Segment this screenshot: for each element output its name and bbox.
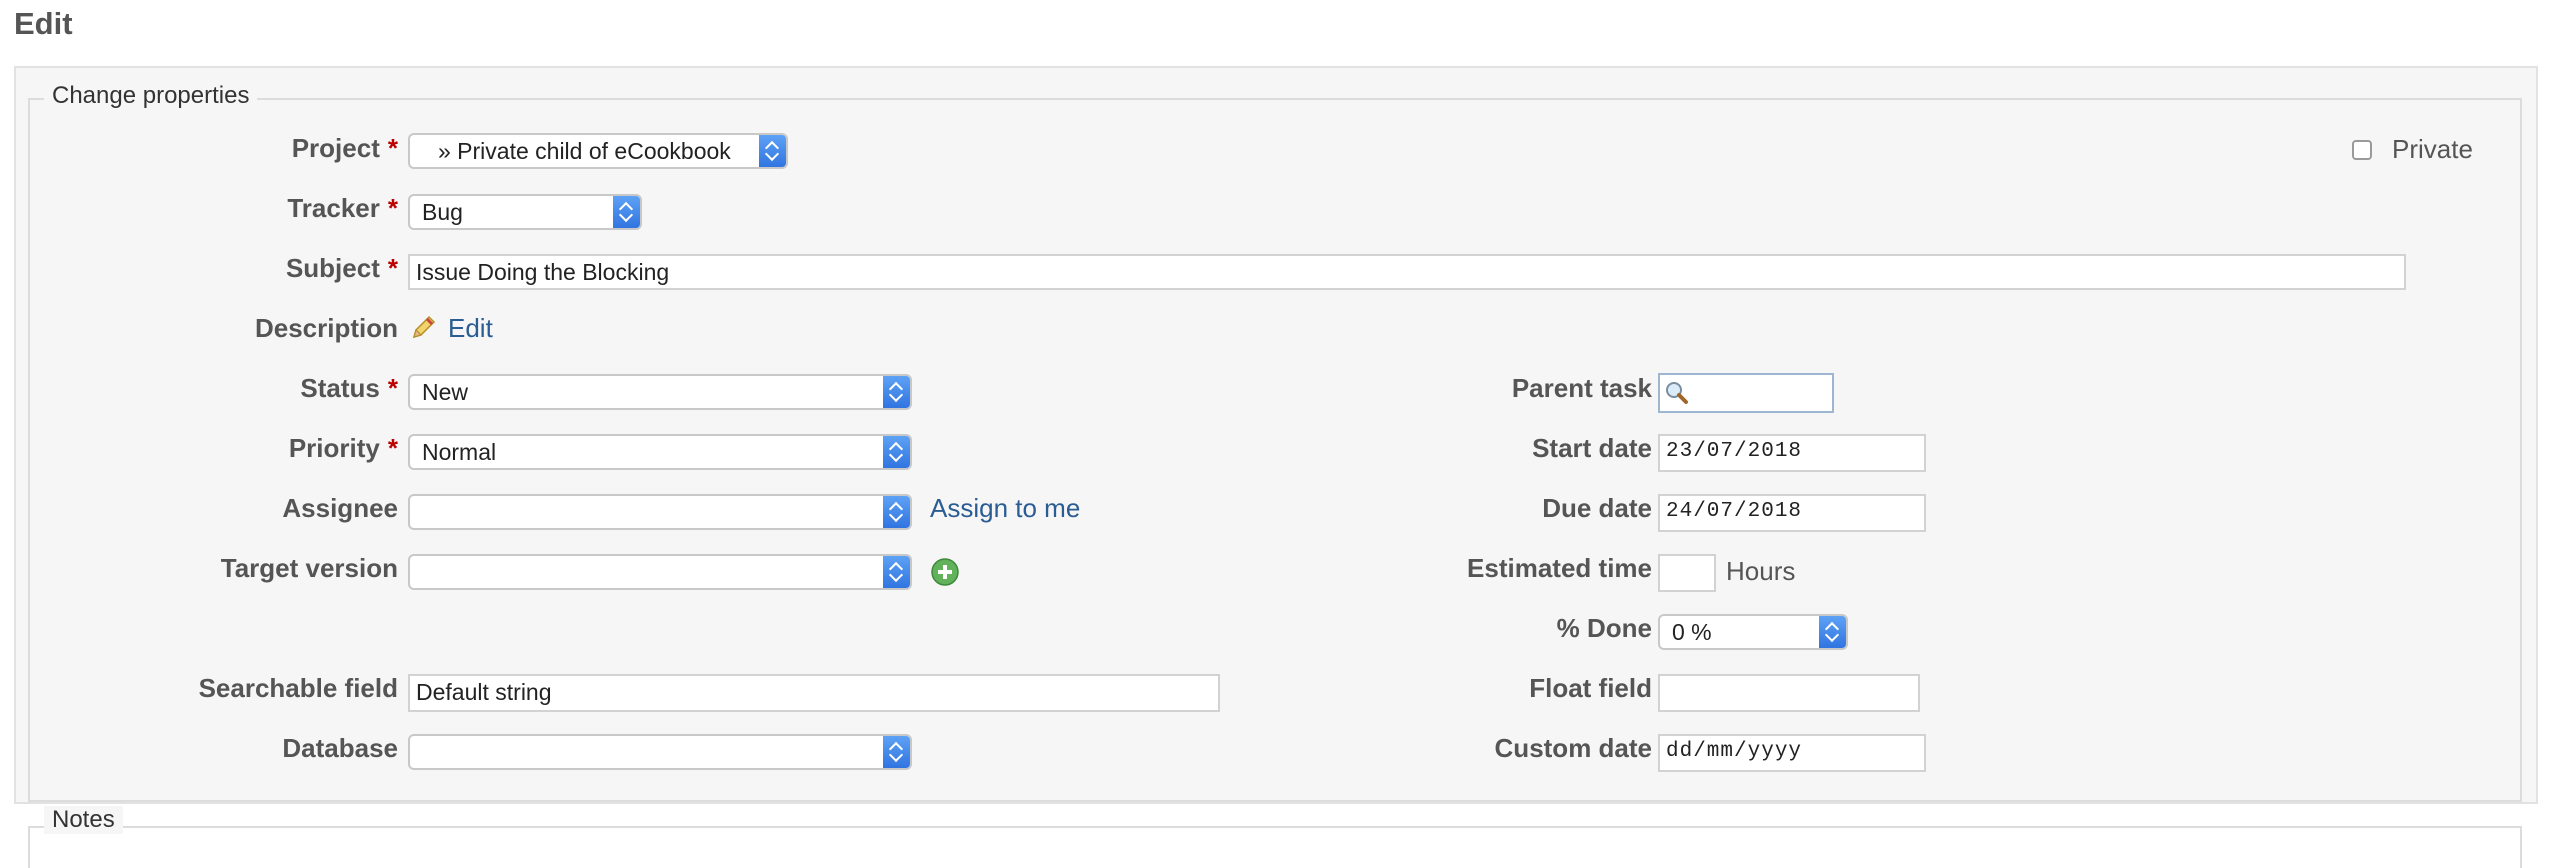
- project-select[interactable]: » Private child of eCookbook: [408, 133, 788, 169]
- page-title: Edit: [14, 6, 73, 41]
- searchable-field-label: Searchable field: [198, 673, 398, 703]
- select-arrows-icon: [613, 196, 640, 228]
- change-properties-fieldset: [28, 98, 2522, 802]
- select-arrows-icon: [1819, 616, 1846, 648]
- float-field-input[interactable]: [1658, 674, 1920, 712]
- parent-task-label: Parent task: [1511, 373, 1652, 403]
- parent-task-input[interactable]: [1658, 373, 1834, 413]
- custom-date-input[interactable]: dd/mm/yyyy: [1658, 734, 1926, 772]
- notes-fieldset: [28, 826, 2522, 868]
- status-select[interactable]: New: [408, 374, 912, 410]
- database-label: Database: [282, 733, 398, 763]
- select-arrows-icon: [883, 556, 910, 588]
- select-arrows-icon: [883, 496, 910, 528]
- notes-legend: Notes: [44, 806, 123, 834]
- assignee-label: Assignee: [282, 493, 398, 523]
- select-arrows-icon: [883, 436, 910, 468]
- done-ratio-label: % Done: [1556, 613, 1652, 643]
- fieldset-legend: Change properties: [44, 82, 258, 110]
- priority-select[interactable]: Normal: [408, 434, 912, 470]
- custom-date-label: Custom date: [1494, 733, 1652, 763]
- project-label: Project *: [291, 133, 398, 163]
- description-label: Description: [254, 313, 398, 343]
- start-date-input[interactable]: 23/07/2018: [1658, 434, 1926, 472]
- subject-label: Subject *: [285, 253, 398, 283]
- database-select[interactable]: [408, 734, 912, 770]
- add-icon[interactable]: [930, 557, 960, 587]
- float-field-label: Float field: [1529, 673, 1652, 703]
- due-date-input[interactable]: 24/07/2018: [1658, 494, 1926, 532]
- estimated-time-input[interactable]: [1658, 554, 1716, 592]
- hours-unit: Hours: [1726, 556, 1796, 586]
- pencil-icon[interactable]: [410, 313, 438, 341]
- assign-to-me-link[interactable]: Assign to me: [930, 493, 1080, 524]
- tracker-label: Tracker *: [287, 193, 398, 223]
- select-arrows-icon: [883, 736, 910, 768]
- done-ratio-select[interactable]: 0 %: [1658, 614, 1848, 650]
- private-label: Private: [2392, 134, 2473, 164]
- due-date-label: Due date: [1542, 493, 1652, 523]
- tracker-select[interactable]: Bug: [408, 194, 642, 230]
- start-date-label: Start date: [1532, 433, 1652, 463]
- magnifier-icon: [1666, 382, 1688, 404]
- searchable-field-input[interactable]: Default string: [408, 674, 1220, 712]
- target-version-select[interactable]: [408, 554, 912, 590]
- private-checkbox[interactable]: [2352, 140, 2372, 160]
- assignee-select[interactable]: [408, 494, 912, 530]
- select-arrows-icon: [883, 376, 910, 408]
- description-edit-link[interactable]: Edit: [448, 313, 493, 344]
- priority-label: Priority *: [288, 433, 398, 463]
- estimated-time-label: Estimated time: [1467, 553, 1652, 583]
- select-arrows-icon: [759, 135, 786, 167]
- target-version-label: Target version: [220, 553, 398, 583]
- status-label: Status *: [300, 373, 398, 403]
- subject-input[interactable]: Issue Doing the Blocking: [408, 254, 2406, 290]
